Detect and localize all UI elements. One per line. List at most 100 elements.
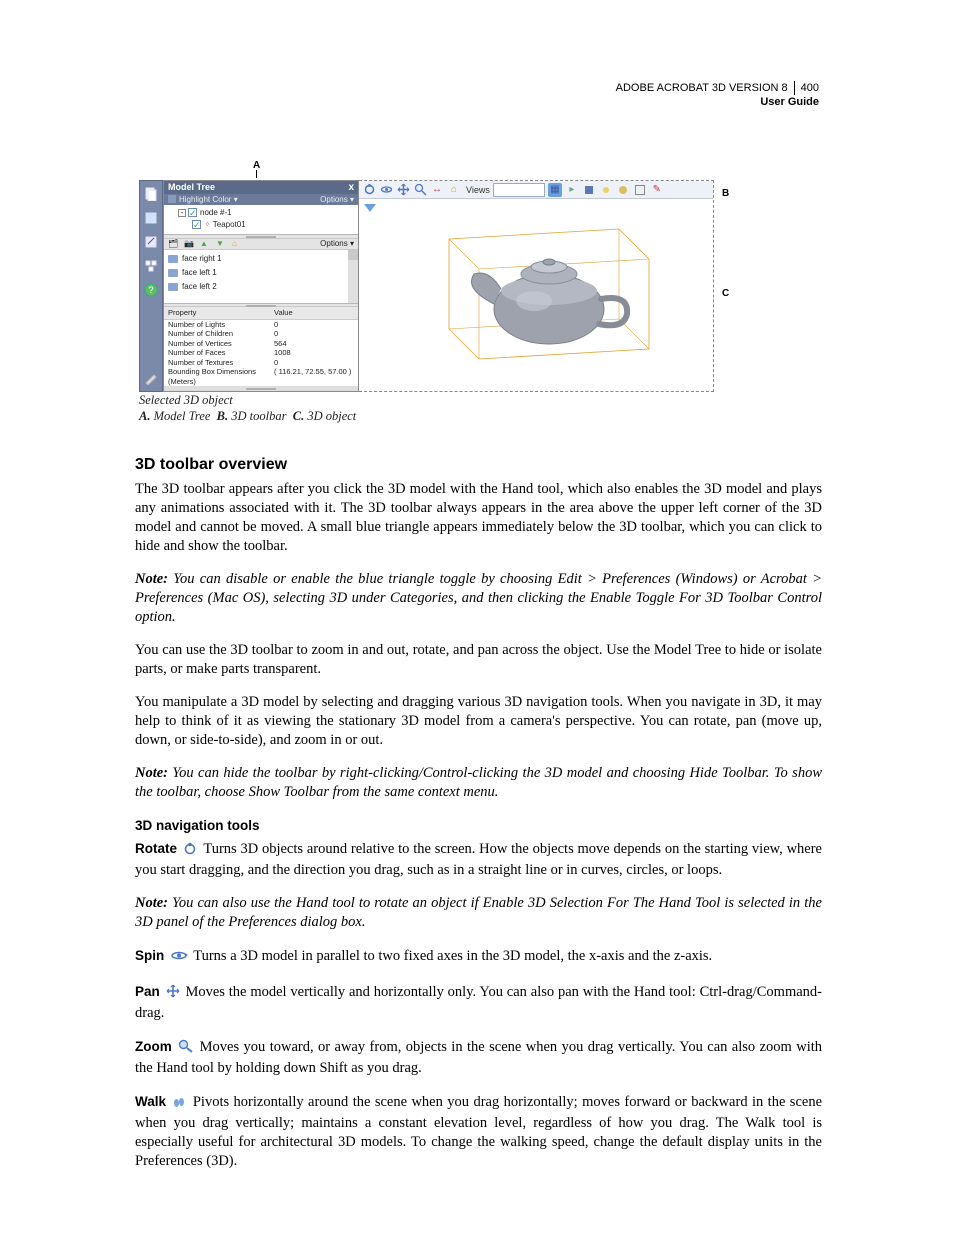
three-d-viewer[interactable]: ↔ ⌂ Views ▦ ▸ ✎ [359, 180, 714, 392]
three-d-object[interactable] [419, 219, 669, 369]
lighting-icon[interactable] [599, 183, 613, 197]
camera-icon [168, 255, 178, 263]
views-dropdown[interactable] [493, 183, 545, 197]
measure-icon[interactable]: ↔ [430, 183, 444, 197]
spin-icon [170, 949, 188, 968]
legend-val-b: 3D toolbar [231, 409, 286, 423]
checkbox-icon[interactable] [188, 208, 197, 217]
tool-desc: Turns 3D objects around relative to the … [135, 841, 822, 878]
properties-table: PropertyValue Number of Lights0 Number o… [164, 307, 358, 386]
figure-caption: Selected 3D object A. Model Tree B. 3D t… [139, 392, 729, 424]
callout-tick-a [256, 170, 257, 178]
legend-key-a: A. [139, 409, 150, 423]
highlight-color-menu[interactable]: Highlight Color ▾ [168, 195, 238, 204]
model-render-icon[interactable] [582, 183, 596, 197]
options-menu[interactable]: Options ▾ [320, 195, 354, 204]
home-icon[interactable]: ⌂ [447, 183, 461, 197]
legend-val-a: Model Tree [154, 409, 211, 423]
paragraph: The 3D toolbar appears after you click t… [135, 480, 822, 556]
acrobat-nav-sidebar: ? [139, 180, 163, 392]
callout-label-c: C [722, 288, 729, 299]
tool-name-pan: Pan [135, 984, 160, 999]
rotate-icon [183, 842, 198, 861]
play-icon[interactable]: ▸ [565, 183, 579, 197]
figure: A B C ? Model Tree x Highlight Color ▾ O… [139, 160, 729, 424]
paragraph: You can use the 3D toolbar to zoom in an… [135, 641, 822, 679]
note-paragraph: Note: You can also use the Hand tool to … [135, 894, 822, 932]
doc-title: User Guide [616, 95, 819, 109]
views-options-menu[interactable]: Options ▾ [320, 239, 354, 248]
table-row: Number of Children0 [164, 329, 358, 339]
note-paragraph: Note: You can disable or enable the blue… [135, 570, 822, 627]
panel-title: Model Tree [168, 182, 215, 192]
model-tree-list[interactable]: -node #-1 ✧ Teapot01 [164, 205, 358, 236]
part-options-icon[interactable]: ▦ [548, 183, 562, 197]
zoom-icon[interactable] [413, 183, 427, 197]
tool-rotate: Rotate Turns 3D objects around relative … [135, 839, 822, 880]
help-icon[interactable]: ? [144, 283, 158, 297]
nav-down-icon[interactable]: ▼ [216, 239, 226, 249]
background-icon[interactable] [616, 183, 630, 197]
tree-node-child[interactable]: Teapot01 [213, 220, 246, 229]
cross-section-icon[interactable] [633, 183, 647, 197]
tool-name-zoom: Zoom [135, 1039, 172, 1054]
tool-spin: Spin Turns a 3D model in parallel to two… [135, 946, 822, 968]
close-icon[interactable]: x [348, 182, 354, 193]
model-tree-icon[interactable] [144, 259, 158, 273]
legend-val-c: 3D object [307, 409, 356, 423]
subsection-heading: 3D navigation tools [135, 816, 822, 835]
product-name: ADOBE ACROBAT 3D VERSION 8 [616, 81, 788, 95]
panel-titlebar: Model Tree x [164, 181, 358, 194]
paragraph: You manipulate a 3D model by selecting a… [135, 693, 822, 750]
signatures-icon[interactable] [144, 235, 158, 249]
bookmarks-icon[interactable] [144, 211, 158, 225]
page-header: ADOBE ACROBAT 3D VERSION 8 400 User Guid… [616, 81, 819, 109]
toolbar-toggle-icon[interactable] [363, 203, 377, 213]
callout-label-b: B [722, 188, 729, 199]
table-row: Number of Lights0 [164, 320, 358, 330]
legend-key-b: B. [217, 409, 228, 423]
note-label: Note: [135, 895, 168, 911]
nav-up-icon[interactable]: ▲ [200, 239, 210, 249]
camera-icon [168, 283, 178, 291]
list-item: face right 1 [168, 252, 354, 266]
comment-icon[interactable]: ✎ [650, 183, 664, 197]
rotate-icon[interactable] [362, 183, 376, 197]
pencil-icon[interactable] [144, 371, 158, 385]
table-row: Number of Vertices564 [164, 339, 358, 349]
note-label: Note: [135, 571, 168, 587]
views-toolbar: 🗂 📷 ▲ ▼ ⌂ Options ▾ [164, 239, 358, 250]
tool-walk: Walk Pivots horizontally around the scen… [135, 1092, 822, 1171]
zoom-icon [178, 1039, 193, 1059]
pan-icon[interactable] [396, 183, 410, 197]
resize-handle[interactable] [164, 386, 358, 391]
tool-zoom: Zoom Moves you toward, or away from, obj… [135, 1037, 822, 1078]
table-row: Number of Textures0 [164, 358, 358, 368]
table-row: Bounding Box Dimensions (Meters)( 116.21… [164, 367, 358, 386]
splitter-handle[interactable] [164, 235, 358, 238]
walk-icon [172, 1094, 186, 1114]
tree-node-root[interactable]: node #-1 [200, 208, 232, 217]
pages-icon[interactable] [144, 187, 158, 201]
panel-subbar: Highlight Color ▾ Options ▾ [164, 194, 358, 205]
three-d-toolbar: ↔ ⌂ Views ▦ ▸ ✎ [359, 181, 713, 199]
views-icon[interactable]: 🗂 [168, 239, 178, 249]
tool-desc: Turns a 3D model in parallel to two fixe… [193, 948, 712, 964]
svg-text:?: ? [148, 285, 153, 295]
pan-icon [166, 984, 180, 1004]
body-content: 3D toolbar overview The 3D toolbar appea… [135, 455, 822, 1171]
camera-icon[interactable]: 📷 [184, 239, 194, 249]
tool-desc: Moves you toward, or away from, objects … [135, 1039, 822, 1076]
spin-icon[interactable] [379, 183, 393, 197]
scrollbar[interactable] [348, 250, 358, 303]
legend-key-c: C. [293, 409, 304, 423]
col-header-value: Value [274, 308, 293, 318]
tool-name-walk: Walk [135, 1094, 166, 1109]
home-icon[interactable]: ⌂ [232, 239, 242, 249]
views-label: Views [464, 185, 490, 195]
views-list[interactable]: face right 1 face left 1 face left 2 [164, 250, 358, 304]
tool-desc: Pivots horizontally around the scene whe… [135, 1094, 822, 1169]
note-paragraph: Note: You can hide the toolbar by right-… [135, 764, 822, 802]
checkbox-icon[interactable] [192, 220, 201, 229]
section-heading: 3D toolbar overview [135, 455, 822, 474]
